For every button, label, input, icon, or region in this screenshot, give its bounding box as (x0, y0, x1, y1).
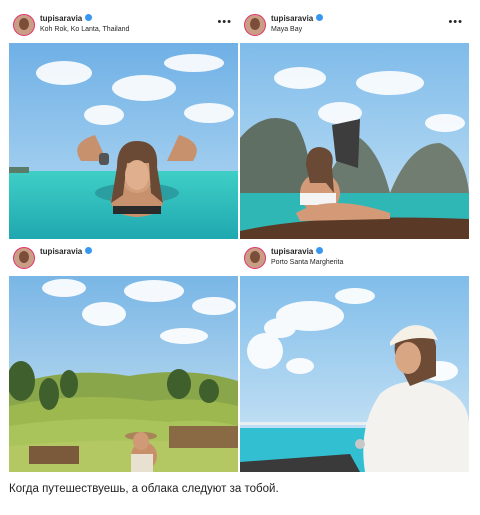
post-rice-terraces: tupisaravia (9, 242, 238, 472)
location-link[interactable]: Porto Santa Margherita (271, 259, 343, 266)
more-options-icon[interactable]: ••• (217, 17, 232, 28)
post-porto-santa-margherita: tupisaravia Porto Santa Margherita (240, 242, 469, 472)
avatar[interactable] (13, 14, 35, 36)
verified-badge-icon (316, 14, 324, 22)
post-koh-rok: tupisaravia Koh Rok, Ko Lanta, Thailand … (9, 9, 238, 239)
username[interactable]: tupisaravia (271, 14, 313, 23)
more-options-icon[interactable]: ••• (448, 17, 463, 28)
post-header: tupisaravia Porto Santa Margherita (240, 242, 469, 276)
verified-badge-icon (316, 247, 324, 255)
post-header: tupisaravia Maya Bay ••• (240, 9, 469, 43)
avatar[interactable] (244, 247, 266, 269)
post-photo[interactable] (240, 43, 469, 239)
username[interactable]: tupisaravia (271, 247, 313, 256)
username-row[interactable]: tupisaravia (271, 247, 324, 256)
post-photo[interactable] (9, 276, 238, 472)
username-row[interactable]: tupisaravia (271, 14, 324, 23)
post-maya-bay: tupisaravia Maya Bay ••• (240, 9, 469, 239)
username-row[interactable]: tupisaravia (40, 14, 93, 23)
post-photo[interactable] (9, 43, 238, 239)
username[interactable]: tupisaravia (40, 247, 82, 256)
verified-badge-icon (85, 14, 93, 22)
avatar[interactable] (13, 247, 35, 269)
verified-badge-icon (85, 247, 93, 255)
post-header: tupisaravia Koh Rok, Ko Lanta, Thailand … (9, 9, 238, 43)
username[interactable]: tupisaravia (40, 14, 82, 23)
post-caption: Когда путешествуешь, а облака следуют за… (9, 483, 279, 495)
location-link[interactable]: Maya Bay (271, 26, 302, 33)
username-row[interactable]: tupisaravia (40, 247, 93, 256)
post-photo[interactable] (240, 276, 469, 472)
instagram-collage: tupisaravia Koh Rok, Ko Lanta, Thailand … (9, 9, 471, 472)
location-link[interactable]: Koh Rok, Ko Lanta, Thailand (40, 26, 129, 33)
post-header: tupisaravia (9, 242, 238, 276)
avatar[interactable] (244, 14, 266, 36)
